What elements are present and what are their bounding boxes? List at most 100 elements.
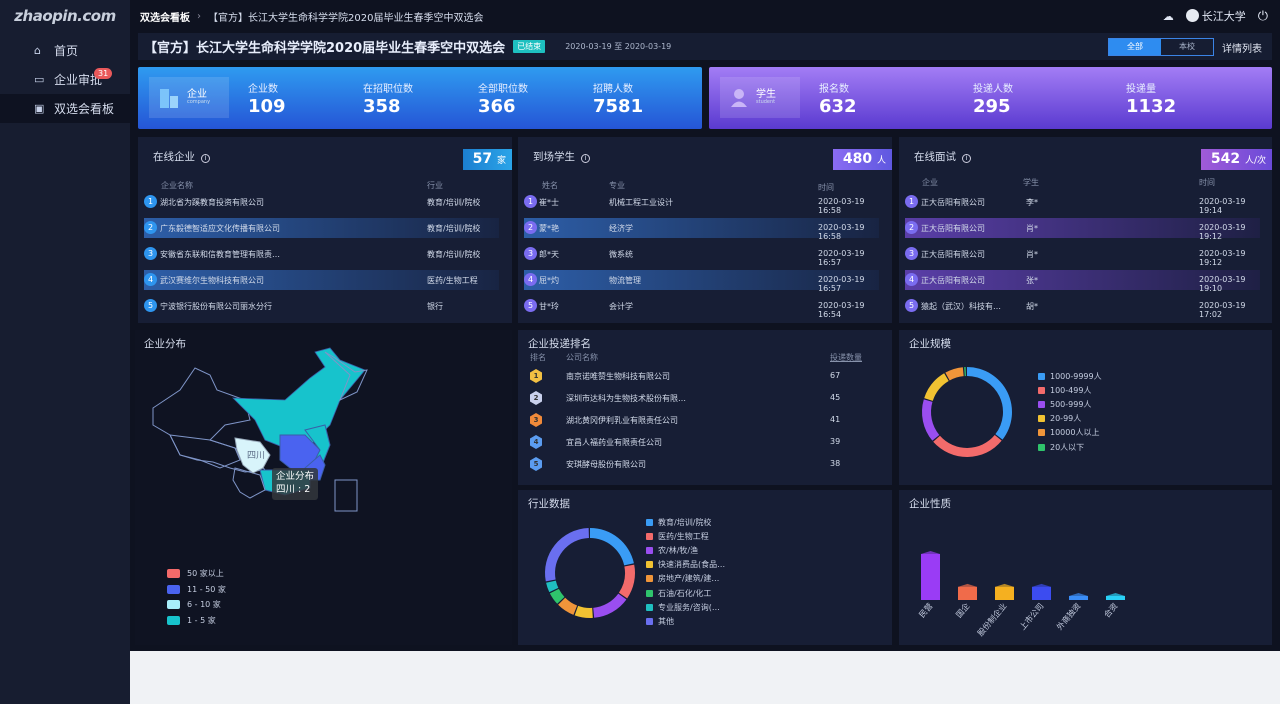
table-row[interactable]: 5 甘*玲 会计学 2020-03-19 16:54	[524, 296, 879, 319]
donut-slice[interactable]	[590, 528, 634, 566]
rank-number: 5	[144, 299, 157, 312]
sidebar-item-approval[interactable]: ▭ 企业审批 31	[0, 65, 130, 94]
column-header[interactable]: 投递数量	[830, 352, 862, 363]
legend-swatch	[167, 569, 180, 579]
legend-swatch	[646, 617, 653, 625]
legend-item[interactable]: 石油/石化/化工	[646, 586, 725, 600]
application-ranking-panel: 企业投递排名 排名 公司名称 投递数量 1 南京诺唯赞生物科技有限公司 67 2 深圳市…	[518, 330, 892, 485]
legend-item[interactable]: 医药/生物工程	[646, 529, 725, 543]
column-header: 排名	[530, 353, 546, 362]
ranking-row[interactable]: 1 南京诺唯赞生物科技有限公司 67	[530, 369, 870, 385]
table-row[interactable]: 3 安徽省东联和信教育管理有限责… 教育/培训/院校	[144, 244, 499, 264]
donut-slice[interactable]	[964, 367, 966, 377]
china-map[interactable]: 四川	[135, 330, 512, 560]
info-icon[interactable]: i	[962, 154, 971, 163]
footer-area	[130, 651, 1280, 704]
application-count: 45	[830, 393, 841, 402]
table-row[interactable]: 5 宁波银行股份有限公司丽水分行 银行	[144, 296, 499, 316]
table-row[interactable]: 1 正大岳阳有限公司 李* 2020-03-19 19:14	[905, 192, 1260, 215]
map-legend: 50 家以上 11 - 50 家 6 - 10 家 1 - 5 家	[167, 566, 226, 628]
cell: 甘*玲	[539, 302, 559, 311]
donut-slice[interactable]	[933, 434, 1002, 457]
legend-item[interactable]: 快速消费品(食品…	[646, 558, 725, 572]
cell: 屈*灼	[539, 276, 559, 285]
avatar	[1185, 9, 1199, 22]
legend-label: 快速消费品(食品…	[658, 560, 726, 570]
breadcrumb-root[interactable]: 双选会看板	[140, 9, 190, 24]
table-row[interactable]: 4 屈*灼 物流管理 2020-03-19 16:57	[524, 270, 879, 293]
table-row[interactable]: 1 湖北省为蹊教育投资有限公司 教育/培训/院校	[144, 192, 499, 212]
scope-school-button[interactable]: 本校	[1161, 39, 1213, 55]
table-row[interactable]: 1 崔*士 机械工程工业设计 2020-03-19 16:58	[524, 192, 879, 215]
legend-item[interactable]: 房地产/建筑/建…	[646, 572, 725, 586]
user-area: ☁ 长江大学 ⏻	[1163, 8, 1268, 24]
column-header: 公司名称	[566, 353, 598, 362]
donut-slice[interactable]	[558, 597, 578, 615]
company-distribution-panel: 企业分布 四川 企业分布 四川 : 2 50 家以上 11 - 50 家6 - 10…	[135, 330, 512, 645]
cell: 广东毅德智适应文化传播有限公司	[160, 224, 280, 233]
legend-label: 20人以下	[1050, 442, 1085, 452]
cell: 教育/培训/院校	[427, 198, 481, 207]
table-row[interactable]: 3 正大岳阳有限公司 肖* 2020-03-19 19:12	[905, 244, 1260, 267]
donut-slice[interactable]	[922, 399, 940, 441]
company-nature-bar-chart: 民营 国企 股份制企业 上市公司 外商独资 合资	[917, 551, 1125, 638]
table-row[interactable]: 2 蒙*艳 经济学 2020-03-19 16:58	[524, 218, 879, 241]
donut-slice[interactable]	[924, 373, 949, 401]
legend-item[interactable]: 500-999人	[1038, 397, 1102, 411]
legend-swatch	[1038, 400, 1045, 408]
donut-slice[interactable]	[593, 593, 627, 618]
donut-slice[interactable]	[574, 605, 593, 618]
donut-slice[interactable]	[618, 564, 635, 599]
stat-companies: 企业数 109	[248, 80, 286, 117]
legend-item[interactable]: 其他	[646, 614, 725, 628]
legend-item[interactable]: 20人以下	[1038, 440, 1102, 454]
online-interviews-panel: 在线面试 i 542 人/次 企业 学生 时间 1 正大岳阳有限公司 李* 2020-03-…	[899, 137, 1272, 323]
table-row[interactable]: 5 猿起（武汉）科技有… 胡* 2020-03-19 17:02	[905, 296, 1260, 319]
detail-list-link[interactable]: 详情列表	[1222, 40, 1262, 55]
stat-label: 投递人数	[973, 84, 1013, 95]
stat-label: 企业数	[248, 84, 278, 95]
bar[interactable]	[921, 554, 940, 600]
x-tick-label: 国企	[954, 601, 972, 620]
rank-number: 4	[905, 273, 918, 286]
ranking-row[interactable]: 5 安琪酵母股份有限公司 38	[530, 457, 870, 473]
legend-item[interactable]: 10000人以上	[1038, 426, 1102, 440]
cell: 2020-03-19 16:58	[818, 197, 865, 215]
legend-item[interactable]: 专业服务/咨询(…	[646, 600, 725, 614]
user-menu[interactable]: 长江大学	[1185, 8, 1246, 24]
info-icon[interactable]: i	[201, 154, 210, 163]
table-row[interactable]: 2 广东毅德智适应文化传播有限公司 教育/培训/院校	[144, 218, 499, 238]
donut-slice[interactable]	[967, 367, 1012, 440]
legend-item[interactable]: 11 - 50 家	[167, 582, 226, 598]
logo[interactable]: zhaopin.com	[0, 0, 130, 32]
legend-item[interactable]: 教育/培训/院校	[646, 515, 725, 529]
legend-item[interactable]: 1000-9999人	[1038, 369, 1102, 383]
table-row[interactable]: 3 郎*天 微系统 2020-03-19 16:57	[524, 244, 879, 267]
legend-swatch	[646, 532, 653, 540]
power-icon[interactable]: ⏻	[1258, 9, 1268, 24]
cell: 2020-03-19 17:02	[1199, 301, 1246, 319]
ranking-row[interactable]: 3 湖北黄冈伊利乳业有限责任公司 41	[530, 413, 870, 429]
donut-slice[interactable]	[945, 367, 964, 381]
legend-item[interactable]: 20-99人	[1038, 412, 1102, 426]
info-icon[interactable]: i	[581, 154, 590, 163]
scope-all-button[interactable]: 全部	[1109, 39, 1161, 55]
sidebar-item-home[interactable]: ⌂ 首页	[0, 36, 130, 65]
table-row[interactable]: 2 正大岳阳有限公司 肖* 2020-03-19 19:12	[905, 218, 1260, 241]
sidebar-item-dashboard[interactable]: ▣ 双选会看板	[0, 94, 130, 123]
rank-number: 2	[524, 221, 537, 234]
legend-item[interactable]: 50 家以上	[167, 566, 226, 582]
legend-item[interactable]: 6 - 10 家	[167, 597, 226, 613]
legend-item[interactable]: 1 - 5 家	[167, 613, 226, 629]
table-row[interactable]: 4 正大岳阳有限公司 张* 2020-03-19 19:10	[905, 270, 1260, 293]
table-row[interactable]: 4 武汉赛维尔生物科技有限公司 医药/生物工程	[144, 270, 499, 290]
legend-item[interactable]: 农/林/牧/渔	[646, 543, 725, 557]
legend-item[interactable]: 100-499人	[1038, 383, 1102, 397]
ranking-row[interactable]: 4 宜昌人福药业有限责任公司 39	[530, 435, 870, 451]
cloud-download-icon[interactable]: ☁	[1163, 10, 1174, 23]
stat-value: 295	[973, 96, 1011, 117]
x-tick-label: 股份制企业	[975, 601, 1008, 638]
ranking-row[interactable]: 2 深圳市达科为生物技术股份有限… 45	[530, 391, 870, 407]
cell: 胡*	[1026, 302, 1038, 311]
donut-slice[interactable]	[545, 528, 589, 582]
